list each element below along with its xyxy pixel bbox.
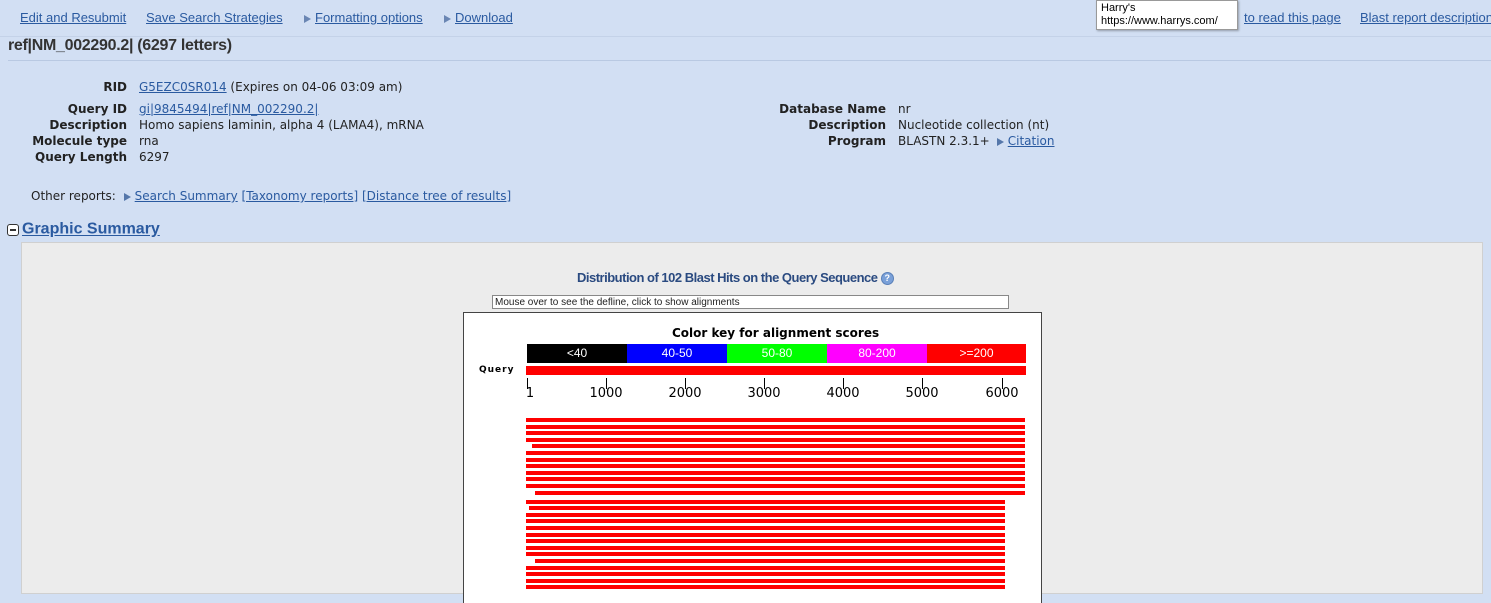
- edit-resubmit-link[interactable]: Edit and Resubmit: [20, 10, 126, 25]
- info-value-extra: (Expires on 04-06 03:09 am): [226, 80, 403, 94]
- db-info-label: Program: [827, 134, 886, 148]
- save-strategies-link[interactable]: Save Search Strategies: [146, 10, 283, 25]
- hit-bar[interactable]: [526, 565, 1005, 570]
- query-bar: [526, 366, 1026, 375]
- color-key-item: 50-80: [727, 344, 827, 363]
- info-label: Query ID: [67, 102, 127, 116]
- graphic-summary-link[interactable]: Graphic Summary: [22, 221, 160, 238]
- formatting-options-link[interactable]: Formatting options: [304, 10, 423, 25]
- hit-bar[interactable]: [526, 424, 1025, 429]
- scale-tick-label: 5000: [905, 386, 939, 401]
- hit-bar[interactable]: [526, 484, 1025, 488]
- hit-bar[interactable]: [526, 578, 1005, 583]
- top-toolbar: Edit and Resubmit Save Search Strategies…: [0, 0, 1491, 37]
- color-key-item: <40: [527, 344, 627, 363]
- hit-bar[interactable]: [526, 477, 1025, 482]
- hit-bar[interactable]: [526, 585, 1005, 590]
- hit-bar[interactable]: [526, 457, 1025, 462]
- scale-tick-label: 2000: [668, 386, 702, 401]
- scale-tick-label: 4000: [826, 386, 860, 401]
- hit-bar[interactable]: [535, 490, 1025, 495]
- query-label: Query: [479, 365, 515, 375]
- scale-tick-label: 6000: [985, 386, 1019, 401]
- hit-bar[interactable]: [535, 559, 1005, 563]
- db-info-value-text: BLASTN 2.3.1+: [898, 134, 990, 148]
- db-info-value-text: nr: [898, 102, 911, 116]
- other-reports: Other reports: Search Summary [Taxonomy …: [31, 189, 511, 203]
- taxonomy-reports-link[interactable]: [Taxonomy reports]: [242, 189, 359, 203]
- color-key-item: 80-200: [827, 344, 927, 363]
- scale-tick-label: 1: [525, 386, 535, 401]
- triangle-right-icon: [444, 14, 451, 23]
- scale-tick-label: 1000: [589, 386, 623, 401]
- db-info-label: Database Name: [779, 102, 886, 116]
- info-value-text: rna: [139, 134, 159, 148]
- blast-report-description-link[interactable]: Blast report description: [1360, 10, 1491, 25]
- info-value-text: 6297: [139, 150, 170, 164]
- triangle-right-icon: [304, 14, 311, 23]
- distribution-title: Distribution of 102 Blast Hits on the Qu…: [577, 270, 894, 286]
- info-value: rna: [139, 134, 159, 148]
- hit-bar[interactable]: [526, 512, 1005, 517]
- scale-tick-label: 3000: [747, 386, 781, 401]
- tooltip-url: https://www.harrys.com/: [1101, 15, 1218, 27]
- db-info-value-text: Nucleotide collection (nt): [898, 118, 1050, 132]
- info-value-link[interactable]: gi|9845494|ref|NM_002290.2|: [139, 102, 318, 116]
- hit-bar[interactable]: [526, 552, 1005, 557]
- hit-bar[interactable]: [526, 464, 1025, 469]
- defline-display: Mouse over to see the defline, click to …: [492, 295, 1009, 309]
- collapse-icon[interactable]: [7, 223, 19, 236]
- distance-tree-link[interactable]: [Distance tree of results]: [362, 189, 511, 203]
- hit-bar[interactable]: [526, 418, 1025, 422]
- color-key-item: >=200: [927, 344, 1026, 363]
- hit-bar[interactable]: [526, 470, 1025, 475]
- other-reports-label: Other reports:: [31, 189, 116, 203]
- hit-bar[interactable]: [526, 431, 1025, 436]
- info-value: 6297: [139, 150, 170, 164]
- hit-bar[interactable]: [529, 506, 1005, 511]
- hit-bar[interactable]: [526, 539, 1005, 544]
- hit-bar[interactable]: [526, 451, 1025, 455]
- info-label: Description: [49, 118, 127, 132]
- info-label: RID: [103, 80, 127, 94]
- info-value: G5EZC0SR014 (Expires on 04-06 03:09 am): [139, 80, 402, 94]
- download-link[interactable]: Download: [444, 10, 513, 25]
- db-info-label: Description: [808, 118, 886, 132]
- info-value-link[interactable]: G5EZC0SR014: [139, 80, 227, 94]
- info-label: Query Length: [35, 150, 127, 164]
- color-key-title: Color key for alignment scores: [672, 326, 880, 340]
- hit-bar[interactable]: [526, 532, 1005, 537]
- info-label: Molecule type: [32, 134, 127, 148]
- triangle-right-icon: [996, 137, 1004, 146]
- hit-bar[interactable]: [526, 545, 1005, 550]
- db-info-value: Nucleotide collection (nt): [898, 118, 1049, 132]
- citation-link[interactable]: Citation: [1008, 134, 1055, 148]
- info-value-text: Homo sapiens laminin, alpha 4 (LAMA4), m…: [139, 118, 424, 132]
- how-to-read-link[interactable]: to read this page: [1244, 10, 1341, 25]
- hit-bar[interactable]: [532, 444, 1025, 449]
- hit-bar[interactable]: [526, 572, 1005, 577]
- info-value: gi|9845494|ref|NM_002290.2|: [139, 102, 318, 116]
- hit-bar[interactable]: [526, 519, 1005, 524]
- db-info-value: nr: [898, 102, 911, 116]
- hit-bar[interactable]: [526, 499, 1005, 504]
- search-summary-link[interactable]: Search Summary: [135, 189, 238, 203]
- link-tooltip: Harry's https://www.harrys.com/: [1096, 0, 1238, 30]
- hit-bar[interactable]: [526, 526, 1005, 530]
- info-value: Homo sapiens laminin, alpha 4 (LAMA4), m…: [139, 118, 424, 132]
- tooltip-title: Harry's: [1101, 2, 1136, 14]
- graphic-summary-header: Graphic Summary: [7, 219, 160, 239]
- color-key-item: 40-50: [627, 344, 727, 363]
- divider: [8, 60, 1491, 61]
- db-info-value: BLASTN 2.3.1+ Citation: [898, 134, 1055, 148]
- hit-bar[interactable]: [526, 437, 1025, 442]
- help-icon[interactable]: ?: [880, 272, 894, 286]
- page-title: ref|NM_002290.2| (6297 letters): [8, 37, 232, 54]
- triangle-right-icon: [123, 192, 131, 201]
